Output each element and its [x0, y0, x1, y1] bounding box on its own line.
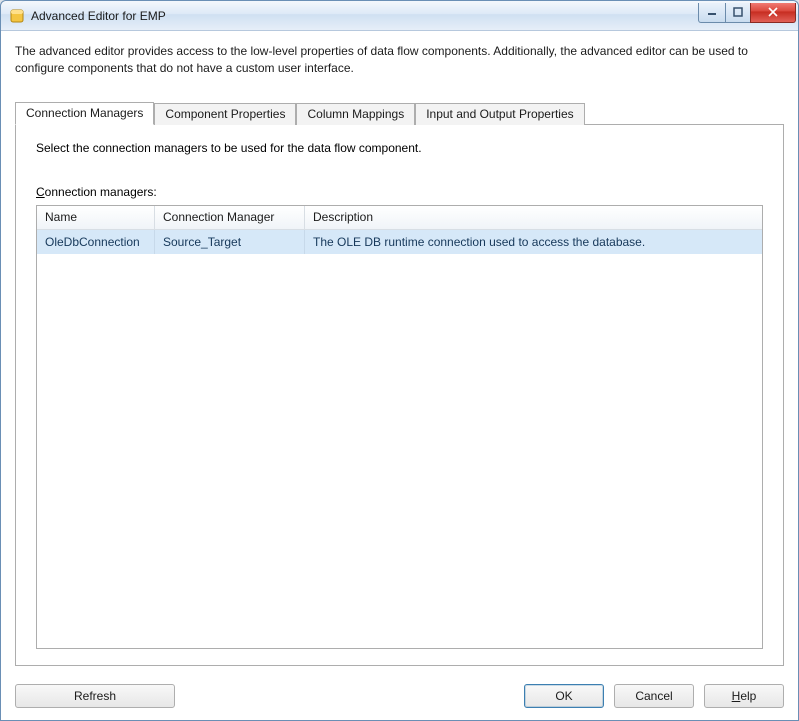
cm-label-mnemonic: C	[36, 185, 45, 199]
connection-managers-label: Connection managers:	[36, 185, 763, 199]
minimize-button[interactable]	[698, 3, 726, 23]
client-area: The advanced editor provides access to t…	[1, 31, 798, 720]
cell-connection-manager[interactable]: Source_Target	[155, 230, 305, 254]
close-button[interactable]	[750, 3, 796, 23]
button-bar: Refresh OK Cancel Help	[15, 682, 784, 710]
table-row[interactable]: OleDbConnection Source_Target The OLE DB…	[37, 230, 762, 254]
tab-panel: Select the connection managers to be use…	[15, 124, 784, 666]
help-button[interactable]: Help	[704, 684, 784, 708]
help-rest: elp	[740, 689, 756, 703]
app-icon	[9, 8, 25, 24]
tab-component-properties[interactable]: Component Properties	[154, 103, 296, 125]
connection-managers-grid[interactable]: Name Connection Manager Description OleD…	[36, 205, 763, 649]
ok-button[interactable]: OK	[524, 684, 604, 708]
titlebar[interactable]: Advanced Editor for EMP	[1, 1, 798, 31]
col-header-connection-manager[interactable]: Connection Manager	[155, 206, 305, 229]
cm-label-rest: onnection managers:	[45, 185, 157, 199]
tab-column-mappings[interactable]: Column Mappings	[296, 103, 415, 125]
tab-connection-managers[interactable]: Connection Managers	[15, 102, 154, 125]
tab-input-output-properties[interactable]: Input and Output Properties	[415, 103, 584, 125]
cancel-button[interactable]: Cancel	[614, 684, 694, 708]
refresh-button[interactable]: Refresh	[15, 684, 175, 708]
panel-instruction: Select the connection managers to be use…	[36, 141, 763, 155]
window-controls	[699, 3, 796, 23]
window-title: Advanced Editor for EMP	[31, 9, 699, 23]
grid-header: Name Connection Manager Description	[37, 206, 762, 230]
col-header-name[interactable]: Name	[37, 206, 155, 229]
cell-name: OleDbConnection	[37, 230, 155, 254]
col-header-description[interactable]: Description	[305, 206, 642, 229]
intro-text: The advanced editor provides access to t…	[15, 43, 784, 77]
tab-strip: Connection Managers Component Properties…	[15, 101, 784, 124]
maximize-button[interactable]	[725, 3, 751, 23]
cell-description: The OLE DB runtime connection used to ac…	[305, 230, 762, 254]
dialog-window: Advanced Editor for EMP The advanced edi…	[0, 0, 799, 721]
